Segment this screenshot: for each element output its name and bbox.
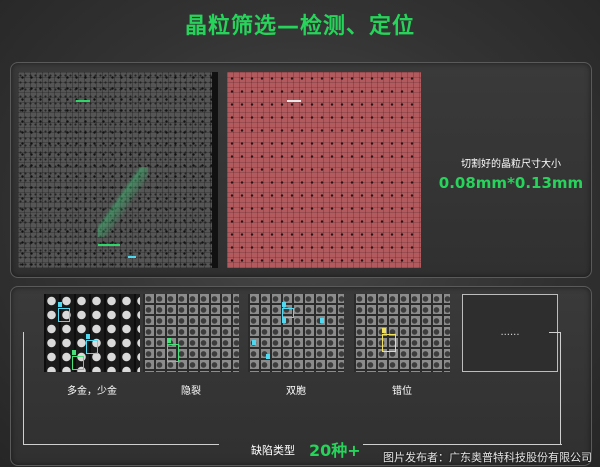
wafer-edge	[212, 72, 218, 268]
more-ellipsis: ......	[500, 327, 520, 338]
wafer-highlight-image	[227, 72, 421, 268]
page-title: 晶粒筛选—检测、定位	[184, 14, 415, 39]
defect-caption-misalign: 错位	[392, 386, 412, 397]
bracket-line	[549, 332, 561, 333]
defect-tag	[282, 302, 286, 307]
defect-types-count: 20种+	[309, 441, 361, 460]
defect-image-twin	[248, 294, 344, 372]
defect-box	[167, 344, 179, 362]
defect-image-more: ......	[462, 294, 558, 372]
defect-box	[86, 340, 98, 354]
defect-box	[72, 356, 84, 370]
bracket-line	[560, 332, 561, 444]
defect-box	[58, 308, 70, 322]
die-size-label: 切割好的晶粒尺寸大小	[461, 159, 561, 170]
defect-tag	[72, 350, 76, 355]
defect-types-label: 缺陷类型	[251, 444, 295, 457]
detection-mark	[98, 244, 120, 246]
defect-image-crack	[143, 294, 239, 372]
defect-caption-twin: 双胞	[286, 386, 306, 397]
defect-image-gold	[44, 294, 140, 372]
defect-image-misalign	[354, 294, 450, 372]
defect-tag	[266, 354, 270, 359]
publisher-watermark: 图片发布者：广东奥普特科技股份有限公司	[383, 451, 592, 464]
defect-caption-crack: 隐裂	[181, 386, 201, 397]
wafer-grayscale-image	[18, 72, 218, 268]
detection-mark	[128, 256, 136, 258]
defect-box	[282, 308, 294, 318]
detection-streak	[98, 167, 148, 237]
defect-tag	[86, 334, 90, 339]
detection-mark	[287, 100, 301, 102]
bracket-line	[23, 332, 24, 444]
bracket-line	[23, 444, 219, 445]
wafer-inspection-panel: 切割好的晶粒尺寸大小 0.08mm*0.13mm	[10, 62, 592, 278]
defect-box	[382, 334, 396, 352]
defect-tag	[167, 338, 171, 343]
defect-types-panel: ...... 多金，少金 隐裂 双胞 错位 缺陷类型 20种+	[10, 286, 592, 466]
die-size-value: 0.08mm*0.13mm	[438, 174, 584, 192]
detection-mark	[76, 100, 90, 102]
defect-tag	[320, 318, 324, 323]
defect-tag	[282, 318, 286, 323]
defect-tag	[252, 340, 256, 345]
defect-caption-gold: 多金，少金	[67, 386, 117, 397]
defect-tag	[382, 328, 386, 333]
bracket-line	[363, 444, 562, 445]
defect-tag	[58, 302, 62, 307]
